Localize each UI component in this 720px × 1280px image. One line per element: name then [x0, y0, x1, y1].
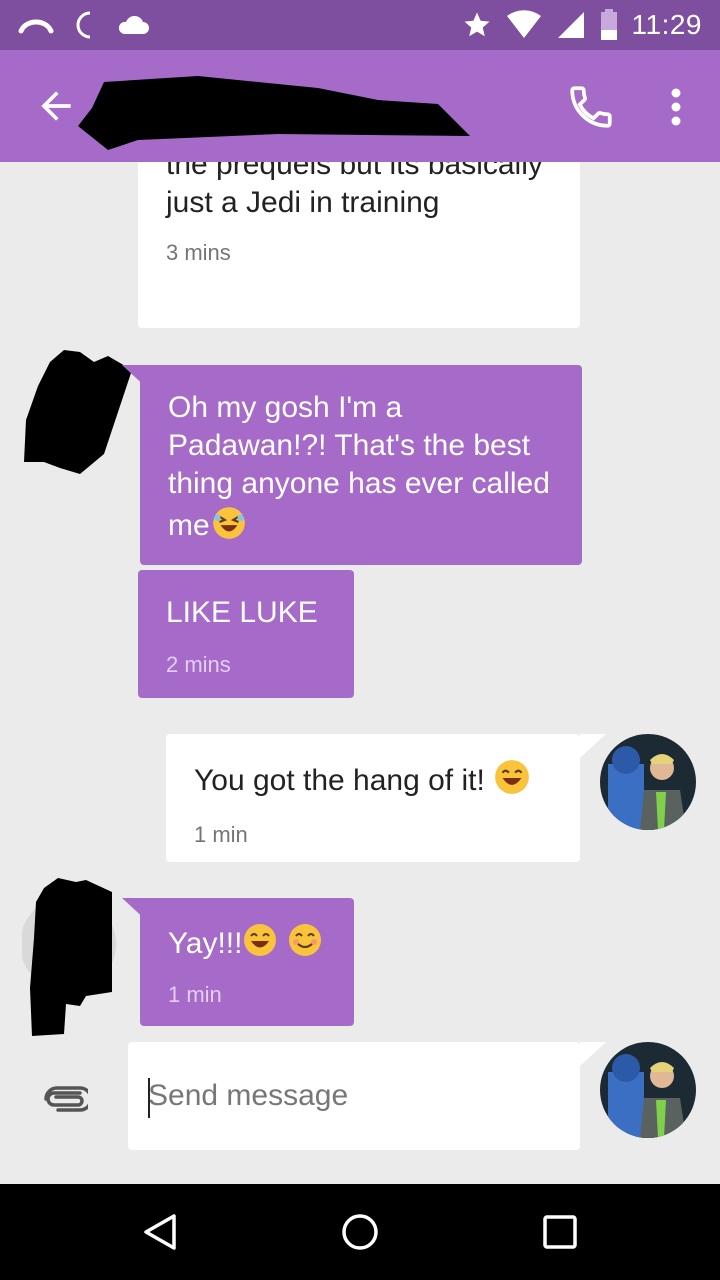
- message-time: 1 min: [194, 822, 248, 847]
- app-bar: [0, 50, 720, 162]
- redacted-contact-name: [78, 70, 478, 150]
- bubble-tail: [580, 1042, 606, 1066]
- grinning-face-emoji: [493, 758, 531, 806]
- avatar[interactable]: [600, 1042, 696, 1138]
- recents-square-icon[interactable]: [540, 1212, 580, 1252]
- smiling-face-emoji: [287, 922, 323, 968]
- paperclip-icon[interactable]: [40, 1084, 93, 1114]
- signal-icon: [556, 10, 586, 40]
- avatar[interactable]: [20, 878, 122, 1042]
- message-text-content: You got the hang of it!: [194, 763, 485, 797]
- more-vert-icon[interactable]: [656, 82, 696, 132]
- status-left-icons: [18, 8, 150, 42]
- cloud-icon: [116, 14, 150, 36]
- status-time: 11:29: [631, 9, 702, 40]
- message-text: the prequels but its basically just a Je…: [166, 162, 543, 219]
- message-time: 1 min: [168, 982, 222, 1007]
- message-input[interactable]: [148, 1076, 548, 1116]
- message-time: 3 mins: [166, 240, 231, 265]
- message-input-box[interactable]: [128, 1042, 580, 1150]
- message-text: You got the hang of it!: [194, 758, 552, 806]
- star-icon: [462, 10, 492, 40]
- message-bubble[interactable]: Oh my gosh I'm a Padawan!?! That's the b…: [140, 365, 582, 565]
- laughing-face-emoji: [210, 503, 248, 551]
- message-text-content: Yay!!!: [168, 926, 243, 960]
- call-forward-icon: [18, 15, 54, 35]
- moon-icon: [72, 10, 98, 40]
- message-thread[interactable]: the prequels but its basically just a Je…: [0, 162, 720, 1042]
- back-triangle-icon[interactable]: [140, 1212, 180, 1252]
- grinning-face-emoji: [242, 922, 278, 968]
- bubble-tail: [580, 734, 606, 758]
- message-text: Oh my gosh I'm a Padawan!?! That's the b…: [168, 389, 554, 551]
- back-arrow-icon[interactable]: [34, 84, 78, 128]
- status-right-icons: 11:29: [462, 8, 703, 42]
- message-text: LIKE LUKE: [166, 596, 318, 629]
- home-circle-icon[interactable]: [340, 1212, 380, 1252]
- wifi-icon: [506, 10, 542, 40]
- avatar[interactable]: [600, 734, 696, 830]
- message-bubble[interactable]: the prequels but its basically just a Je…: [138, 162, 580, 328]
- message-time: 2 mins: [166, 652, 231, 677]
- battery-icon: [600, 9, 618, 41]
- message-bubble[interactable]: You got the hang of it! 1 min: [166, 734, 580, 862]
- composer: [0, 1042, 720, 1184]
- avatar[interactable]: [20, 348, 136, 483]
- phone-icon[interactable]: [566, 82, 616, 132]
- message-bubble[interactable]: LIKE LUKE 2 mins: [138, 570, 354, 698]
- text-cursor: [148, 1078, 150, 1118]
- message-bubble[interactable]: Yay!!! 1 min: [140, 898, 354, 1026]
- message-text: Yay!!!: [168, 922, 326, 968]
- navigation-bar: [0, 1184, 720, 1280]
- status-bar: 11:29: [0, 0, 720, 50]
